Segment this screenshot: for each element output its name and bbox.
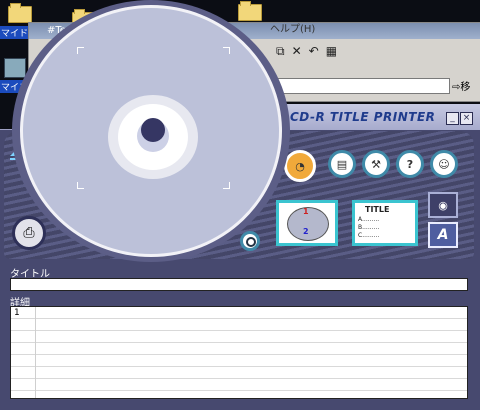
line-number: 1: [14, 308, 20, 318]
cd-thumb-number: 1: [303, 207, 309, 216]
printer-icon: ⎙: [23, 225, 35, 241]
settings-button[interactable]: ⚒: [362, 150, 390, 178]
explorer-toolbar: ⧉ ✕ ↶ ▦: [276, 44, 337, 59]
close-button[interactable]: ×: [460, 112, 473, 125]
folder-icon[interactable]: [238, 1, 262, 21]
crop-mark: [223, 182, 230, 189]
detail-textarea[interactable]: 1: [10, 306, 468, 399]
document-icon: ▤: [336, 157, 348, 171]
crop-mark: [77, 182, 84, 189]
undo-icon[interactable]: ↶: [309, 44, 319, 59]
app-title: CD-R TITLE PRINTER: [290, 110, 436, 124]
disc-hole: [141, 118, 165, 142]
print-button[interactable]: ⎙: [12, 216, 46, 250]
explorer-address-bar[interactable]: [268, 78, 450, 94]
preview-button[interactable]: ◉: [428, 192, 458, 218]
views-icon[interactable]: ▦: [326, 44, 337, 59]
cd-label-thumbnail[interactable]: 1 2: [276, 200, 338, 246]
zoom-button[interactable]: [240, 231, 260, 251]
eye-icon: ◉: [438, 198, 448, 212]
crop-mark: [223, 47, 230, 54]
face-icon: ☺: [438, 157, 450, 171]
format-letter: A: [437, 227, 449, 243]
folder-icon: [8, 3, 32, 23]
explorer-menu-help[interactable]: ヘルプ(H): [270, 20, 315, 35]
wrench-icon: ⚒: [371, 157, 381, 171]
minimize-button[interactable]: _: [446, 112, 459, 125]
crop-mark: [77, 47, 84, 54]
desktop-icon-computer[interactable]: [4, 58, 26, 78]
cd-tool-button[interactable]: ◔: [284, 150, 316, 182]
move-icon[interactable]: ⧉: [276, 44, 285, 59]
title-label-thumbnail[interactable]: TITLE A......... B......... C.........: [352, 200, 418, 246]
text-format-button[interactable]: A: [428, 222, 458, 248]
cd-rw-icon: ◔: [295, 159, 305, 173]
delete-icon[interactable]: ✕: [292, 44, 302, 59]
title-input[interactable]: [10, 278, 468, 291]
title-thumb-lines: A......... B......... C.........: [358, 216, 380, 239]
cd-thumb-number: 2: [303, 227, 309, 236]
explorer-go-button[interactable]: ⇨移: [452, 78, 470, 93]
user-button[interactable]: ☺: [430, 150, 458, 178]
question-icon: ?: [406, 157, 414, 171]
title-thumb-heading: TITLE: [365, 205, 390, 214]
help-button[interactable]: ?: [396, 150, 424, 178]
new-document-button[interactable]: ▤: [328, 150, 356, 178]
